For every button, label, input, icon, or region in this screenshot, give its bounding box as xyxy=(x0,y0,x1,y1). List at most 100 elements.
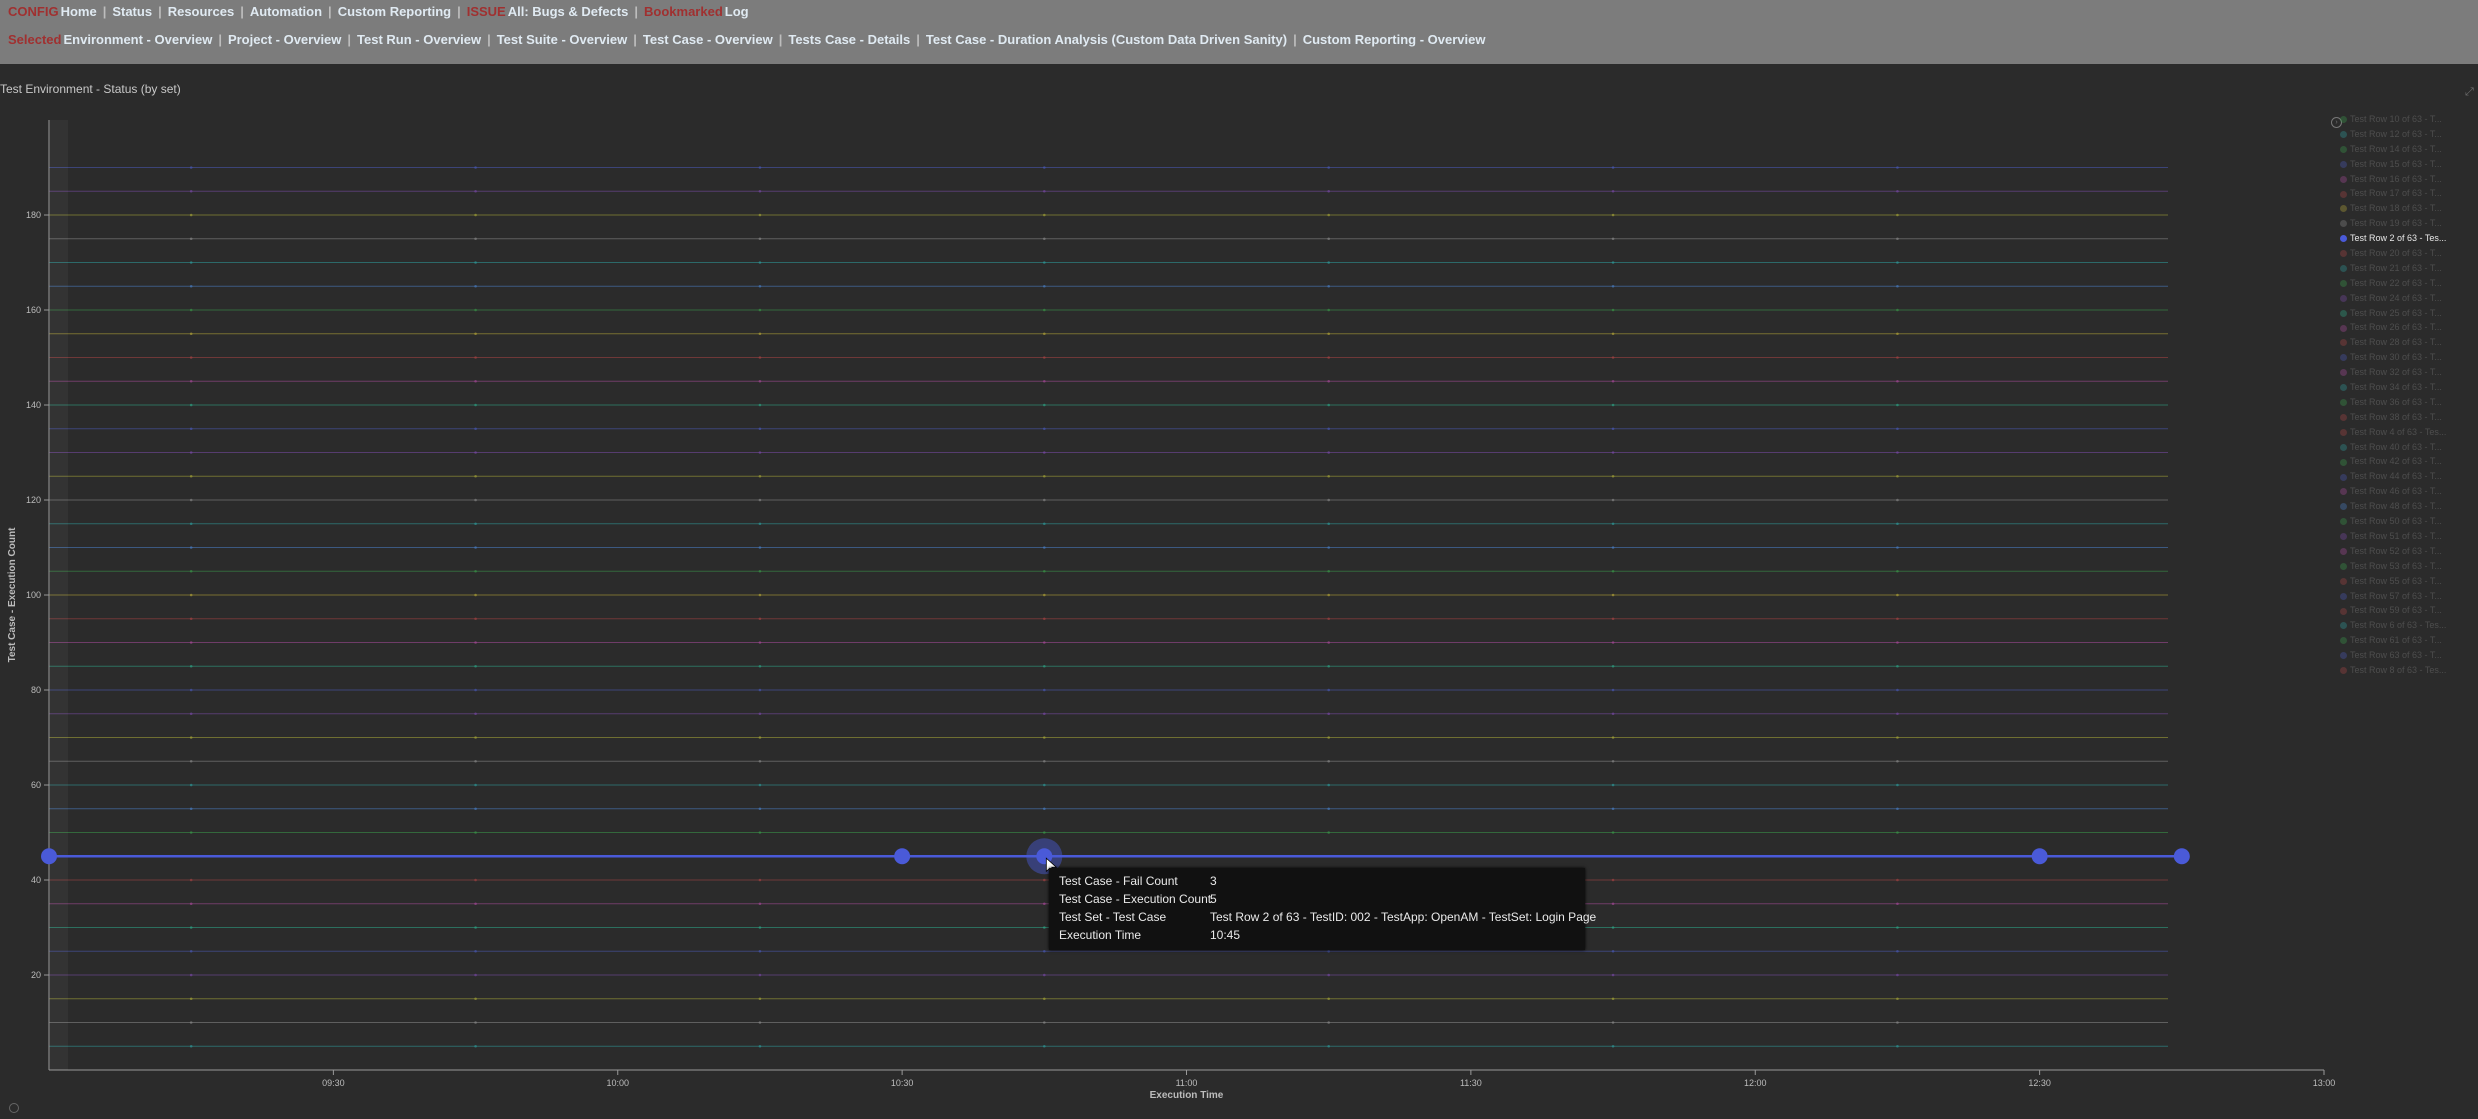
data-point[interactable] xyxy=(1896,356,1899,359)
data-point[interactable] xyxy=(1327,522,1330,526)
data-point[interactable] xyxy=(474,189,477,193)
legend-item[interactable]: Test Row 20 of 63 - T... xyxy=(2340,246,2470,261)
data-point[interactable] xyxy=(1043,498,1046,502)
data-point[interactable] xyxy=(1327,949,1330,953)
data-point[interactable] xyxy=(1327,166,1330,169)
data-point[interactable] xyxy=(189,783,193,787)
data-point[interactable] xyxy=(1896,1044,1899,1048)
data-point[interactable] xyxy=(474,569,477,573)
legend-item[interactable]: Test Row 51 of 63 - T... xyxy=(2340,529,2470,544)
data-point[interactable] xyxy=(1327,1044,1330,1048)
data-point[interactable] xyxy=(1043,617,1046,621)
data-point[interactable] xyxy=(189,166,193,169)
data-point[interactable] xyxy=(1896,712,1899,716)
data-point[interactable] xyxy=(1611,926,1615,929)
highlighted-data-point[interactable] xyxy=(41,848,57,865)
data-point[interactable] xyxy=(1611,189,1615,193)
data-point[interactable] xyxy=(1043,664,1046,668)
data-point[interactable] xyxy=(758,664,762,668)
data-point[interactable] xyxy=(1611,1044,1615,1048)
data-point[interactable] xyxy=(1327,546,1330,549)
data-point[interactable] xyxy=(1327,617,1330,621)
legend-item[interactable]: Test Row 10 of 63 - T... xyxy=(2340,112,2470,127)
data-point[interactable] xyxy=(1896,474,1899,478)
data-point[interactable] xyxy=(189,688,193,692)
data-point[interactable] xyxy=(1327,498,1330,502)
data-point[interactable] xyxy=(758,308,762,312)
data-point[interactable] xyxy=(1043,427,1046,431)
legend-item[interactable]: Test Row 6 of 63 - Tes... xyxy=(2340,618,2470,633)
data-point[interactable] xyxy=(758,498,762,502)
data-point[interactable] xyxy=(758,926,762,929)
data-point[interactable] xyxy=(189,403,193,407)
data-point[interactable] xyxy=(189,902,193,906)
data-point[interactable] xyxy=(1043,166,1046,169)
data-point[interactable] xyxy=(1611,664,1615,668)
data-point[interactable] xyxy=(189,213,193,217)
data-point[interactable] xyxy=(474,831,477,834)
data-point[interactable] xyxy=(189,261,193,264)
data-point[interactable] xyxy=(474,427,477,431)
data-point[interactable] xyxy=(1043,736,1046,739)
data-point[interactable] xyxy=(1896,261,1899,264)
data-point[interactable] xyxy=(474,356,477,359)
data-point[interactable] xyxy=(1611,1021,1615,1024)
data-point[interactable] xyxy=(758,878,762,882)
data-point[interactable] xyxy=(1896,166,1899,169)
data-point[interactable] xyxy=(1611,237,1615,241)
data-point[interactable] xyxy=(1043,997,1046,1001)
legend-item[interactable]: Test Row 38 of 63 - T... xyxy=(2340,410,2470,425)
data-point[interactable] xyxy=(1896,617,1899,621)
data-point[interactable] xyxy=(189,973,193,977)
data-point[interactable] xyxy=(1611,379,1615,383)
data-point[interactable] xyxy=(1896,997,1899,1001)
legend-item[interactable]: Test Row 52 of 63 - T... xyxy=(2340,544,2470,559)
data-point[interactable] xyxy=(758,949,762,953)
data-point[interactable] xyxy=(189,949,193,953)
data-point[interactable] xyxy=(758,902,762,906)
data-point[interactable] xyxy=(1896,759,1899,763)
data-point[interactable] xyxy=(189,617,193,621)
data-point[interactable] xyxy=(1896,641,1899,644)
data-point[interactable] xyxy=(758,973,762,977)
data-point[interactable] xyxy=(1611,569,1615,573)
data-point[interactable] xyxy=(1327,308,1330,312)
data-point[interactable] xyxy=(1896,902,1899,906)
data-point[interactable] xyxy=(758,783,762,787)
data-point[interactable] xyxy=(1327,284,1330,288)
data-point[interactable] xyxy=(474,641,477,644)
data-point[interactable] xyxy=(474,474,477,478)
data-point[interactable] xyxy=(758,807,762,811)
data-point[interactable] xyxy=(474,1044,477,1048)
data-point[interactable] xyxy=(474,261,477,264)
data-point[interactable] xyxy=(1896,878,1899,882)
data-point[interactable] xyxy=(189,664,193,668)
highlighted-data-point[interactable] xyxy=(2173,848,2190,865)
highlighted-data-point[interactable] xyxy=(894,848,911,865)
data-point[interactable] xyxy=(474,546,477,549)
data-point[interactable] xyxy=(1896,736,1899,739)
legend-item[interactable]: Test Row 36 of 63 - T... xyxy=(2340,395,2470,410)
data-point[interactable] xyxy=(1896,189,1899,193)
legend-item[interactable]: Test Row 16 of 63 - T... xyxy=(2340,172,2470,187)
legend-item[interactable]: Test Row 30 of 63 - T... xyxy=(2340,350,2470,365)
data-point[interactable] xyxy=(1611,641,1615,644)
data-point[interactable] xyxy=(1896,688,1899,692)
data-point[interactable] xyxy=(1611,759,1615,763)
data-point[interactable] xyxy=(1611,807,1615,811)
data-point[interactable] xyxy=(1611,403,1615,407)
data-point[interactable] xyxy=(474,166,477,169)
data-point[interactable] xyxy=(758,166,762,169)
legend-item[interactable]: Test Row 28 of 63 - T... xyxy=(2340,335,2470,350)
data-point[interactable] xyxy=(189,189,193,193)
data-point[interactable] xyxy=(474,498,477,502)
settings-icon[interactable] xyxy=(9,1103,19,1113)
data-point[interactable] xyxy=(758,332,762,336)
data-point[interactable] xyxy=(758,237,762,241)
data-point[interactable] xyxy=(189,926,193,929)
legend-item[interactable]: Test Row 32 of 63 - T... xyxy=(2340,365,2470,380)
data-point[interactable] xyxy=(1043,949,1046,953)
data-point[interactable] xyxy=(474,736,477,739)
data-point[interactable] xyxy=(1611,284,1615,288)
data-point[interactable] xyxy=(474,284,477,288)
